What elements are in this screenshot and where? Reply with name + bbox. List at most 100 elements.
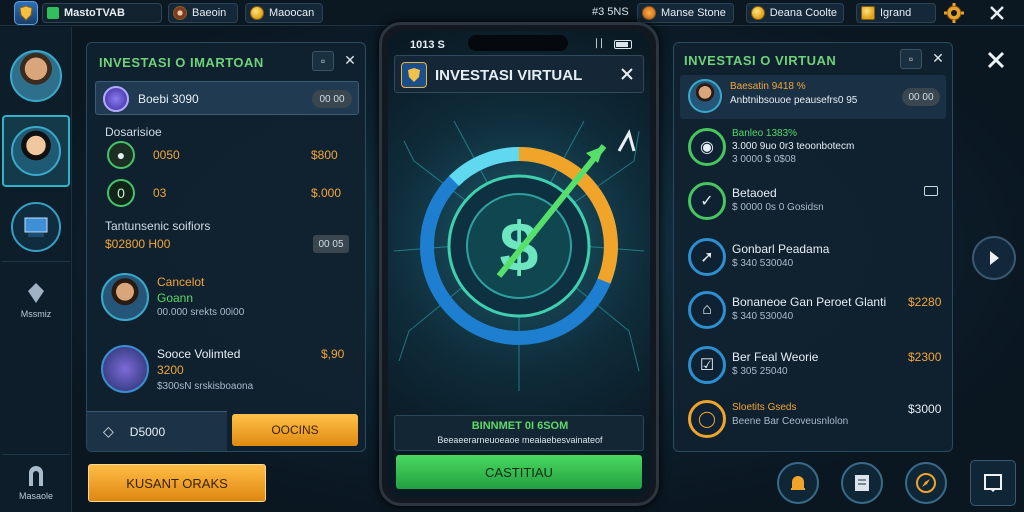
shield-icon[interactable] <box>14 1 38 25</box>
phone-screen: 1013 S ∣∣ INVESTASI VIRTUAL BINNMET 0I 6… <box>388 31 650 497</box>
rail-avatar-1[interactable] <box>2 35 70 117</box>
selected-label: Boebi 3090 <box>138 92 199 106</box>
jar-icon: ◯ <box>688 400 726 438</box>
panel-title: INVESTASI O IMARTOAN <box>99 55 264 70</box>
item-sub-2: 3 0000 $ 0$08 <box>732 154 796 165</box>
bell-icon[interactable] <box>777 462 819 504</box>
list-item[interactable]: ◯ Sloetits Gseds Beene Bar Ceoveusnlolon… <box>680 398 948 444</box>
item-sub: $ 305 25040 <box>732 366 788 377</box>
rail-label-3: Mssmiz <box>20 309 52 319</box>
growth-dial-graphic: $ <box>393 101 645 401</box>
document-icon[interactable] <box>841 462 883 504</box>
group-pill[interactable]: 00 05 <box>313 235 349 253</box>
rail-label-4: Masaole <box>18 491 54 501</box>
close-icon[interactable] <box>984 48 1008 72</box>
list-item[interactable]: ● 0050 $800 <box>103 139 357 171</box>
top-item-pill[interactable]: 00 00 <box>902 88 940 106</box>
building-icon: ⌂ <box>688 291 726 329</box>
avatar-icon: ● <box>107 141 135 169</box>
left-panel: INVESTASI O IMARTOAN ▫ ✕ Boebi 3090 00 0… <box>86 42 366 452</box>
item-value: $2300 <box>908 350 942 364</box>
currency-label-3: Igrand <box>880 7 912 19</box>
row-left-value: 03 <box>153 186 167 200</box>
signal-icon: ∣∣ <box>594 38 604 49</box>
status-time: 1013 S <box>410 39 445 51</box>
info-title: BINNMET 0I 6SOM <box>471 420 569 432</box>
top-item-title: Baesatin 9418 % <box>730 81 806 92</box>
bottom-left-button-label: KUSANT ORAKS <box>126 475 228 491</box>
profile-meta: $300sN srskisboaona <box>157 381 254 392</box>
profile-label: Baeoin <box>192 7 227 19</box>
currency-pill-1[interactable]: Manse Stone <box>637 3 734 23</box>
phone-title: INVESTASI VIRTUAL <box>435 67 583 84</box>
secondary-button-label: D5000 <box>129 424 166 439</box>
bottom-left-button[interactable]: KUSANT ORAKS <box>88 464 266 502</box>
window-icon[interactable] <box>970 460 1016 506</box>
currency-label-2: Deana Coolte <box>769 7 837 19</box>
rail-avatar-2[interactable] <box>2 115 70 187</box>
row-right-value: $800 <box>311 148 338 162</box>
compass-icon[interactable] <box>905 462 947 504</box>
list-item[interactable]: 0 03 $.000 <box>103 177 357 209</box>
item-sub: $ 340 530040 <box>732 258 794 269</box>
app-name-pill[interactable]: MastoTVAB <box>42 3 162 23</box>
avatar <box>10 50 62 102</box>
list-item[interactable]: ➚ Gonbarl Peadama $ 340 530040 <box>680 236 948 282</box>
group-title: Tantunsenic soifiors <box>105 219 211 233</box>
item-title: Sloetits Gseds <box>732 402 797 413</box>
item-sub: Beene Bar Ceoveusnlolon <box>732 416 849 427</box>
primary-button[interactable]: OOCINS <box>232 414 358 446</box>
list-item[interactable]: ☑ Ber Feal Weorie $ 305 25040 $2300 <box>680 344 948 390</box>
selected-pill[interactable]: 00 00 <box>312 90 352 108</box>
item-title: Gonbarl Peadama <box>732 242 830 256</box>
secondary-button[interactable]: ◇ D5000 <box>87 411 227 451</box>
close-icon[interactable]: ✕ <box>929 50 947 68</box>
trophy-icon <box>101 345 149 393</box>
rail-item-3[interactable]: Mssmiz <box>2 270 70 330</box>
coin-icon <box>250 6 264 20</box>
avatar <box>11 126 61 176</box>
rail-item-4[interactable]: Masaole <box>2 454 70 510</box>
avatar <box>101 273 149 321</box>
gold-label: Maoocan <box>269 7 315 19</box>
info-sub: Beeaeerarneuoeaoe meaiaebesvainateof <box>437 435 603 445</box>
top-item[interactable]: Baesatin 9418 % Anbtnibsouoe peausefrs0 … <box>680 75 946 119</box>
primary-button-label: OOCINS <box>271 423 319 437</box>
gear-icon[interactable] <box>943 2 965 24</box>
check-badge-icon: ✓ <box>688 182 726 220</box>
profile-name-2: 3200 <box>157 363 184 377</box>
shield-icon <box>401 62 427 88</box>
item-title: Betaoed <box>732 186 777 200</box>
close-icon[interactable]: ✕ <box>341 52 359 70</box>
checkbox-icon: ☑ <box>688 346 726 384</box>
selected-row[interactable]: Boebi 3090 00 00 <box>95 81 359 115</box>
profile-card[interactable]: Sooce Volimted 3200 $300sN srskisboaona … <box>95 339 359 403</box>
left-rail: Mssmiz Masaole <box>0 27 72 512</box>
close-icon[interactable] <box>987 3 1007 23</box>
window-icon[interactable]: ▫ <box>312 51 334 71</box>
battery-icon <box>614 40 632 49</box>
cta-button[interactable]: CASTITIAU <box>396 455 642 489</box>
profile-card[interactable]: Cancelot Goann 00.000 srekts 00i00 <box>95 265 359 329</box>
list-item[interactable]: ⌂ Bonaneoe Gan Peroet Glanti $ 340 53004… <box>680 289 948 335</box>
chevron-right-icon[interactable] <box>972 236 1016 280</box>
app-logo-icon <box>47 7 59 19</box>
close-icon[interactable] <box>617 64 637 84</box>
item-title: Ber Feal Weorie <box>732 350 819 364</box>
chart-icon: ➚ <box>688 238 726 276</box>
app-name: MastoTVAB <box>64 7 125 19</box>
ring-icon: 0 <box>107 179 135 207</box>
window-icon[interactable]: ▫ <box>900 49 922 69</box>
profile-pill[interactable]: Baeoin <box>168 3 238 23</box>
center-value: #3 5NS <box>592 6 629 18</box>
currency-pill-2[interactable]: Deana Coolte <box>746 3 844 23</box>
gold-pill[interactable]: Maoocan <box>245 3 323 23</box>
battery-icon <box>924 186 938 196</box>
list-item[interactable]: ✓ Betaoed $ 0000 0s 0 Gosidsn <box>680 180 948 226</box>
currency-pill-3[interactable]: Igrand <box>856 3 936 23</box>
item-value: $3000 <box>908 402 942 416</box>
item-title: Bonaneoe Gan Peroet Glanti <box>732 295 887 309</box>
list-item[interactable]: ◉ Banleo 1383% 3.000 9uo 0r3 teoonbotecm… <box>680 124 948 170</box>
rail-item-machine[interactable] <box>2 192 70 262</box>
item-title: Banleo 1383% <box>732 128 798 139</box>
